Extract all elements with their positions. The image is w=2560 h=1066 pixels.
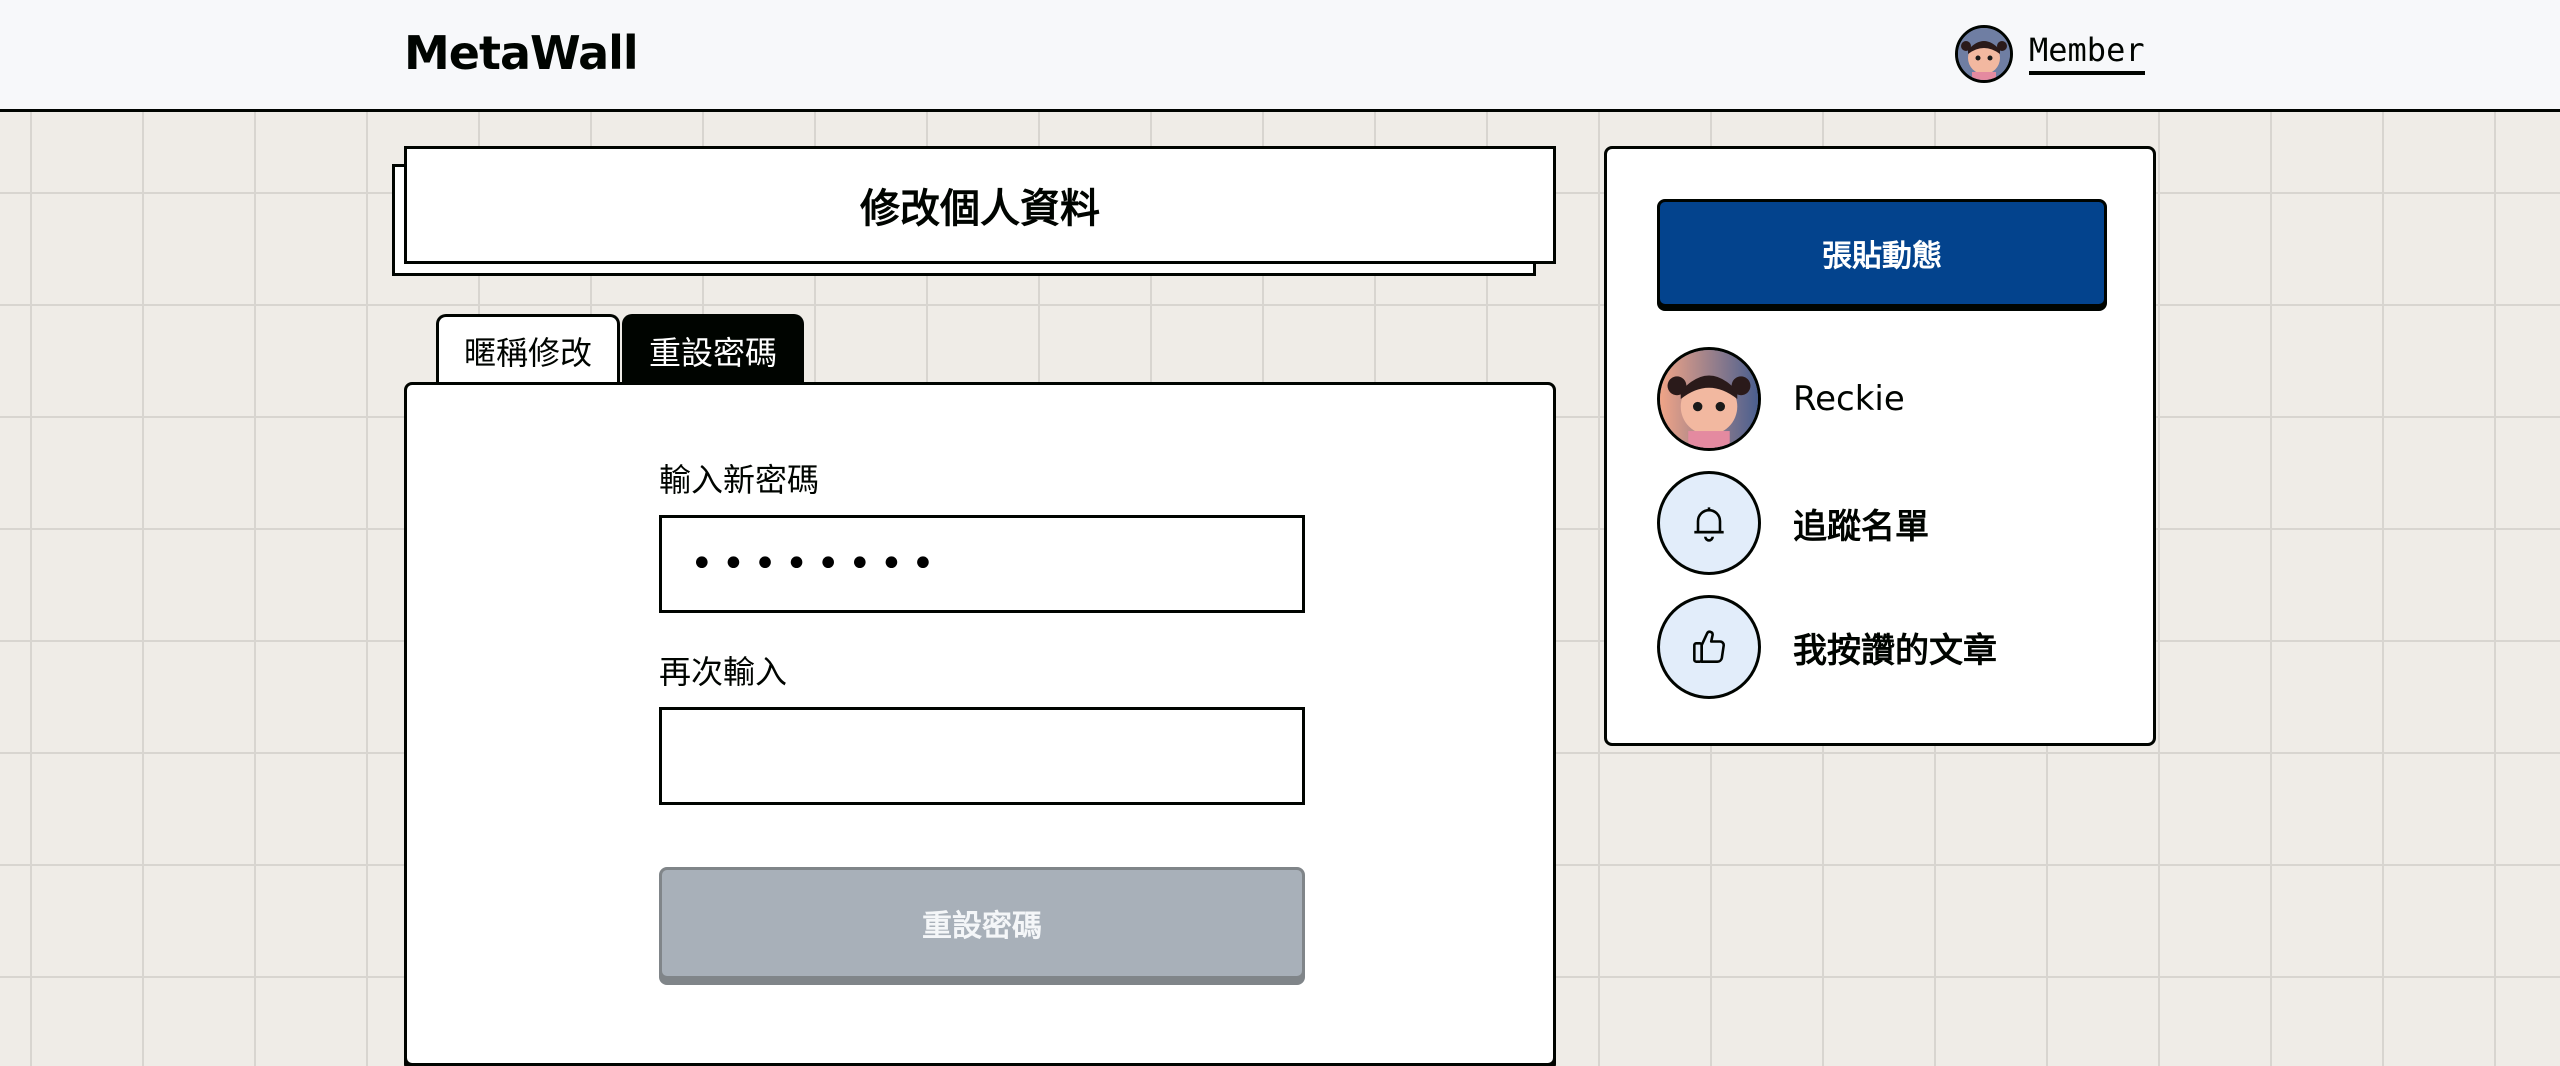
password-form-card: 輸入新密碼 再次輸入 重設密碼 [404, 382, 1556, 1066]
bell-icon [1657, 471, 1761, 575]
top-navbar: MetaWall Member [0, 0, 2560, 112]
reset-password-button[interactable]: 重設密碼 [659, 867, 1305, 979]
sidebar-item-profile[interactable]: Reckie [1657, 347, 1905, 451]
page-title: 修改個人資料 [860, 186, 1100, 232]
confirm-password-label: 再次輸入 [659, 653, 788, 691]
confirm-password-input[interactable] [659, 707, 1305, 805]
user-avatar[interactable] [1955, 25, 2013, 83]
metawall-logo[interactable]: MetaWall [404, 26, 639, 80]
sidebar-item-following[interactable]: 追蹤名單 [1657, 471, 1929, 575]
sidebar-item-label: 我按讚的文章 [1793, 630, 1997, 671]
sidebar-item-liked-posts[interactable]: 我按讚的文章 [1657, 595, 1997, 699]
tab-reset-password[interactable]: 重設密碼 [622, 314, 804, 384]
page-title-card: 修改個人資料 [404, 146, 1556, 264]
post-status-button[interactable]: 張貼動態 [1657, 199, 2107, 307]
thumbs-up-icon [1657, 595, 1761, 699]
sidebar: 張貼動態 Reckie 追蹤名單 我按讚的文章 [1604, 146, 2156, 746]
profile-name: Reckie [1793, 379, 1905, 419]
new-password-label: 輸入新密碼 [659, 461, 820, 499]
new-password-input[interactable] [659, 515, 1305, 613]
member-menu[interactable]: Member [1955, 24, 2145, 84]
member-link[interactable]: Member [2029, 33, 2145, 75]
tab-nickname[interactable]: 暱稱修改 [436, 314, 620, 384]
sidebar-item-label: 追蹤名單 [1793, 506, 1929, 547]
profile-avatar [1657, 347, 1761, 451]
